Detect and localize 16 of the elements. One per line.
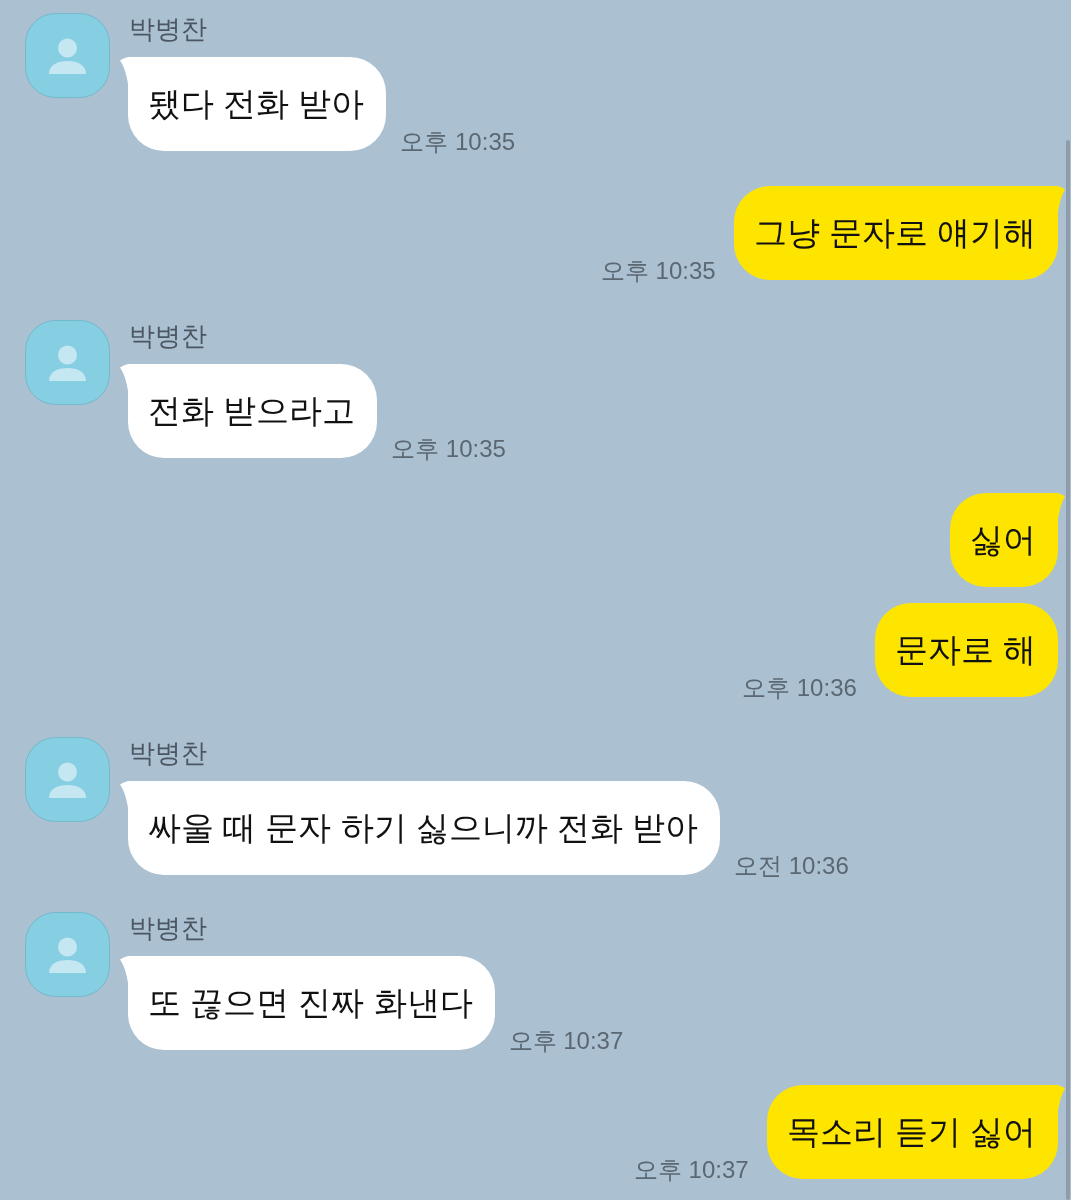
message-time: 오후 10:35 — [600, 258, 716, 284]
sender-name: 박병찬 — [128, 912, 207, 944]
message-time: 오후 10:35 — [400, 129, 516, 155]
message-time: 오후 10:37 — [633, 1157, 749, 1183]
person-avatar-icon[interactable] — [25, 737, 110, 822]
message-time: 오후 10:36 — [742, 675, 857, 701]
message-time: 오전 10:36 — [734, 853, 849, 879]
message-bubble: 문자로 해 — [874, 603, 1058, 697]
person-avatar-icon[interactable] — [25, 912, 110, 997]
person-avatar-icon[interactable] — [25, 320, 110, 405]
sender-name: 박병찬 — [128, 13, 207, 45]
message-time: 오후 10:35 — [391, 436, 506, 462]
message-time: 오후 10:37 — [508, 1028, 624, 1054]
sender-name: 박병찬 — [128, 320, 207, 352]
sender-name: 박병찬 — [128, 737, 207, 769]
person-avatar-icon[interactable] — [25, 13, 110, 98]
